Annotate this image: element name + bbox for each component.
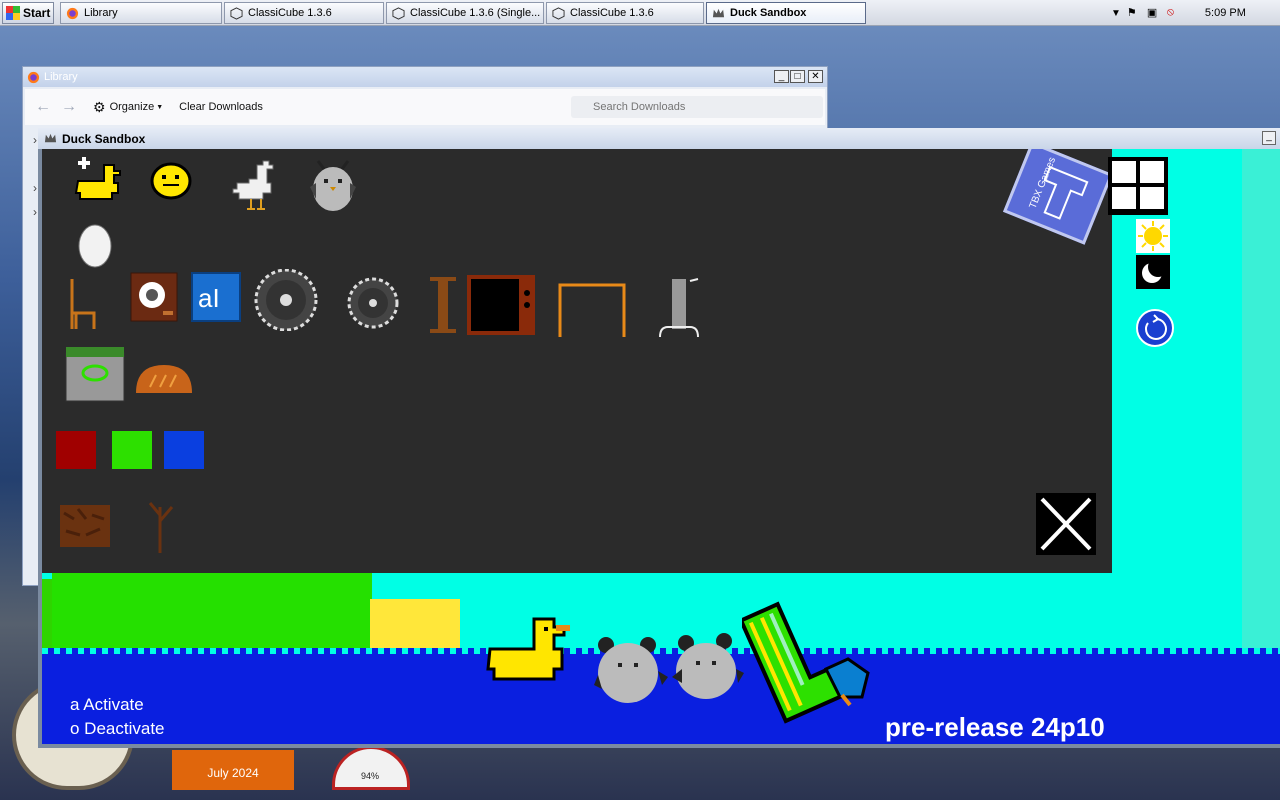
text-tool-icon[interactable]: aI (190, 271, 242, 323)
clear-downloads-button[interactable]: Clear Downloads (179, 101, 263, 113)
day-mode-button[interactable] (1136, 219, 1170, 253)
chevron-down-icon[interactable]: ▼ (1111, 8, 1121, 19)
task-label: ClassiCube 1.3.6 (Single... (410, 7, 541, 19)
firefox-icon (27, 71, 40, 83)
library-toolbar: ← → ⚙ Organize ▼ Clear Downloads ⚲ (25, 89, 825, 125)
task-label: Library (84, 7, 118, 19)
back-arrow-icon[interactable]: ← (35, 98, 51, 116)
trash-can-icon[interactable] (64, 345, 126, 403)
minimize-button[interactable]: _ (774, 70, 789, 83)
owl-icon[interactable] (308, 157, 358, 215)
panda-character[interactable] (670, 631, 746, 703)
close-button[interactable]: ✕ (808, 70, 823, 83)
table-icon[interactable] (556, 281, 628, 339)
dirt-icon[interactable] (56, 495, 114, 555)
forward-arrow-icon[interactable]: → (61, 98, 77, 116)
minimize-button[interactable]: _ (1262, 131, 1276, 145)
calendar-gadget[interactable]: July 2024 (172, 750, 294, 790)
grid-icon (1112, 161, 1164, 209)
grass-hill (52, 573, 372, 658)
reset-button[interactable] (1136, 309, 1174, 347)
clock[interactable]: 5:09 PM (1205, 7, 1246, 19)
taskbar: Start Library ClassiCube 1.3.6 ClassiCub… (0, 0, 1280, 26)
moon-icon (1142, 257, 1168, 283)
taskbar-item-library[interactable]: Library (60, 2, 222, 24)
saw-blade-small-icon[interactable] (344, 277, 402, 329)
sandbox-title: Duck Sandbox (62, 131, 146, 146)
sandbox-window: Duck Sandbox _ aI TBX Games a Activate o… (38, 128, 1280, 748)
chevron-down-icon: ▼ (156, 103, 164, 111)
guitar-icon[interactable] (656, 277, 704, 339)
panda-character[interactable] (594, 635, 670, 707)
duck-adder-icon[interactable] (74, 155, 124, 201)
network-icon[interactable]: ▣ (1147, 6, 1161, 20)
duck-character[interactable] (486, 609, 582, 689)
library-title: Library (44, 71, 78, 83)
television-icon[interactable] (465, 273, 537, 337)
sandbox-titlebar: Duck Sandbox (38, 128, 1280, 149)
search-input[interactable] (571, 96, 823, 118)
cpu-meter-gadget[interactable]: 94% (332, 746, 410, 790)
gear-icon: ⚙ (93, 98, 106, 115)
cube-icon (230, 6, 243, 20)
taskbar-item-classicube-1[interactable]: ClassiCube 1.3.6 (224, 2, 384, 24)
status-deactivate: o Deactivate (70, 719, 165, 738)
library-titlebar: Library (23, 67, 827, 87)
item-palette: aI (42, 149, 1112, 573)
taskbar-item-classicube-single[interactable]: ClassiCube 1.3.6 (Single... (386, 2, 544, 24)
organize-menu[interactable]: Organize (110, 101, 155, 113)
saw-blade-large-icon[interactable] (250, 269, 322, 331)
night-mode-button[interactable] (1136, 255, 1170, 289)
system-tray: ▼ ⚑ ▣ ⦸ 5:09 PM (1105, 2, 1280, 24)
chevron-right-icon[interactable]: › (33, 181, 37, 195)
crown-icon (712, 8, 725, 17)
cube-icon (552, 6, 565, 20)
close-palette-button[interactable] (1036, 493, 1096, 555)
version-label: pre-release 24p10 (885, 712, 1105, 742)
close-icon (1040, 497, 1092, 551)
flag-icon[interactable]: ⚑ (1127, 6, 1141, 20)
task-label: ClassiCube 1.3.6 (248, 7, 332, 19)
meter-value: 94% (361, 771, 380, 781)
boot-character[interactable] (742, 589, 886, 729)
taskbar-item-classicube-2[interactable]: ClassiCube 1.3.6 (546, 2, 704, 24)
refresh-icon (1145, 314, 1167, 340)
egg-icon[interactable] (76, 223, 114, 269)
calendar-month: July 2024 (207, 766, 259, 780)
game-canvas[interactable]: aI TBX Games a Activate o Deactivate pre… (42, 149, 1280, 744)
bread-icon[interactable] (132, 361, 196, 397)
task-label: ClassiCube 1.3.6 (570, 7, 654, 19)
blue-block[interactable] (164, 431, 204, 469)
sun-icon (1138, 221, 1168, 251)
branch-icon[interactable] (142, 495, 178, 555)
crown-icon (44, 133, 57, 143)
cube-icon (392, 6, 405, 20)
start-button[interactable]: Start (2, 2, 54, 24)
chevron-right-icon[interactable]: › (33, 205, 37, 219)
firefox-icon (66, 7, 79, 19)
svg-text:aI: aI (198, 283, 220, 313)
taskbar-item-duck-sandbox[interactable]: Duck Sandbox (706, 2, 866, 24)
chick-icon[interactable] (149, 161, 193, 201)
start-label: Start (23, 6, 51, 20)
speaker-icon[interactable] (129, 271, 179, 323)
green-block[interactable] (112, 431, 152, 469)
maximize-button[interactable]: □ (790, 70, 805, 83)
grid-view-button[interactable] (1108, 157, 1168, 215)
windows-flag-icon (6, 6, 20, 20)
goose-icon[interactable] (229, 157, 281, 213)
task-label: Duck Sandbox (730, 7, 807, 19)
status-activate: a Activate (70, 695, 144, 714)
beam-icon[interactable] (426, 277, 460, 333)
red-block[interactable] (56, 431, 96, 469)
chair-icon[interactable] (66, 277, 98, 331)
chevron-right-icon[interactable]: › (33, 133, 37, 147)
volume-muted-icon[interactable]: ⦸ (1167, 6, 1181, 20)
